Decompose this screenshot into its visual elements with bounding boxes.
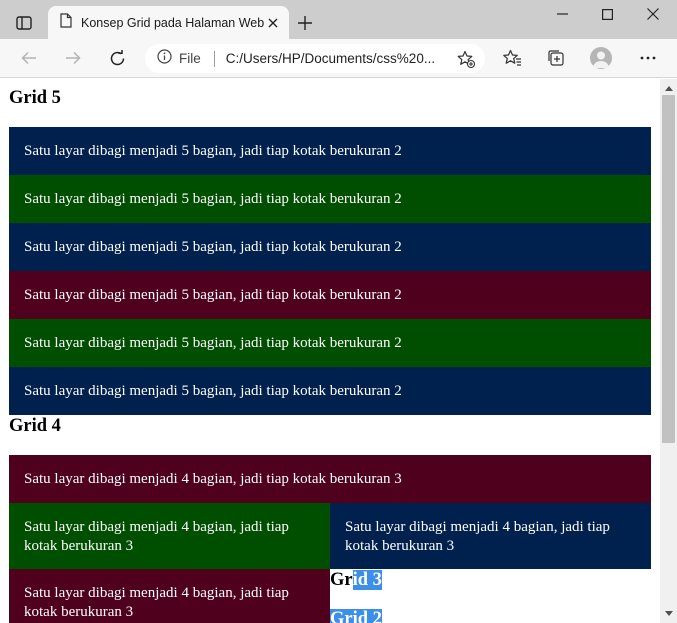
scheme-label: File [179, 51, 201, 66]
address-bar[interactable]: File C:/Users/HP/Documents/css%20... [145, 44, 485, 73]
star-plus-icon[interactable] [455, 48, 477, 70]
grid5-box: Satu layar dibagi menjadi 5 bagian, jadi… [9, 319, 651, 367]
plus-icon[interactable] [292, 12, 318, 34]
more-icon[interactable] [633, 44, 663, 72]
scrollbar-thumb[interactable] [662, 95, 675, 443]
browser-tab[interactable]: Konsep Grid pada Halaman Web [48, 6, 289, 39]
grid3-heading-selected: id 3 [352, 570, 382, 590]
grid5-box: Satu layar dibagi menjadi 5 bagian, jadi… [9, 367, 651, 415]
page-viewport: Grid 5 Satu layar dibagi menjadi 5 bagia… [0, 79, 660, 623]
grid2-heading-selected: Grid 2 [330, 609, 382, 623]
grid4-box: Satu layar dibagi menjadi 4 bagian, jadi… [9, 455, 651, 503]
grid4-box: Satu layar dibagi menjadi 4 bagian, jadi… [330, 503, 651, 569]
arrow-left-icon[interactable] [14, 44, 44, 72]
refresh-icon[interactable] [102, 44, 132, 72]
grid5-box: Satu layar dibagi menjadi 5 bagian, jadi… [9, 127, 651, 175]
maximize-icon[interactable] [584, 0, 630, 28]
page-icon [60, 13, 72, 32]
address-divider [213, 50, 215, 67]
collections-icon[interactable] [541, 44, 571, 72]
grid4-box: Satu layar dibagi menjadi 4 bagian, jadi… [9, 569, 330, 623]
profile-icon[interactable] [590, 47, 612, 69]
grid5-box: Satu layar dibagi menjadi 5 bagian, jadi… [9, 271, 651, 319]
grid3-heading: Grid 3 [330, 570, 382, 591]
scroll-up-arrow-icon[interactable] [660, 81, 677, 95]
scroll-down-arrow-icon[interactable] [660, 606, 677, 620]
grid5-heading: Grid 5 [9, 88, 61, 108]
tab-actions-icon[interactable] [8, 10, 40, 36]
minimize-icon[interactable] [539, 0, 585, 28]
arrow-right-icon[interactable] [58, 44, 88, 72]
grid2-heading: Grid 2 [330, 609, 382, 623]
favorites-icon[interactable] [497, 44, 527, 72]
info-icon[interactable] [157, 49, 172, 68]
grid5-box: Satu layar dibagi menjadi 5 bagian, jadi… [9, 223, 651, 271]
vertical-scrollbar[interactable] [660, 79, 677, 623]
window-close-icon[interactable] [630, 0, 676, 28]
toolbar: File C:/Users/HP/Documents/css%20... [0, 39, 677, 78]
tab-strip: Konsep Grid pada Halaman Web [0, 0, 677, 39]
grid4-box: Satu layar dibagi menjadi 4 bagian, jadi… [9, 503, 330, 569]
close-icon[interactable] [264, 12, 281, 34]
url-text[interactable]: C:/Users/HP/Documents/css%20... [226, 51, 440, 66]
grid3-heading-plain: Gr [330, 570, 353, 590]
grid5-box: Satu layar dibagi menjadi 5 bagian, jadi… [9, 175, 651, 223]
tab-title: Konsep Grid pada Halaman Web [81, 15, 265, 30]
grid4-heading: Grid 4 [9, 416, 61, 436]
